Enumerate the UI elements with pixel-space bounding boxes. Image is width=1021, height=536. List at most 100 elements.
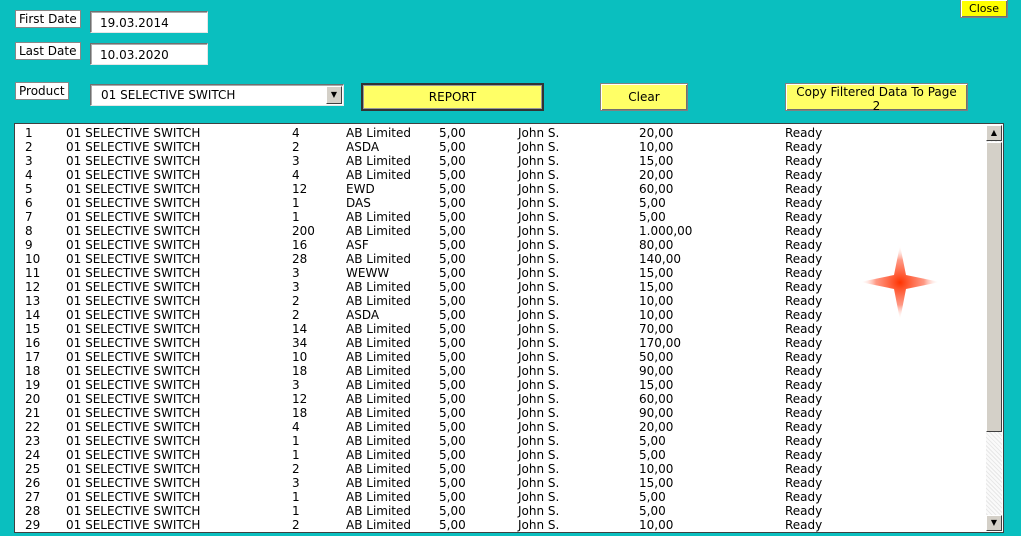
row-quantity: 3: [292, 154, 300, 168]
row-total: 80,00: [639, 238, 674, 252]
row-total: 1.000,00: [639, 224, 693, 238]
row-total: 15,00: [639, 378, 674, 392]
close-button[interactable]: Close: [960, 0, 1008, 18]
row-total: 5,00: [639, 196, 666, 210]
clear-button[interactable]: Clear: [600, 83, 688, 111]
product-select[interactable]: 01 SELECTIVE SWITCH ▼: [90, 84, 344, 106]
list-item[interactable]: 6 01 SELECTIVE SWITCH 1 DAS 5,00 John S. 5,00 R…: [15, 196, 985, 210]
list-item[interactable]: 19 01 SELECTIVE SWITCH 3 AB Limited 5,00 John…: [15, 378, 985, 392]
scroll-down-icon[interactable]: ▼: [986, 515, 1002, 531]
row-user: John S.: [518, 490, 560, 504]
list-item[interactable]: 28 01 SELECTIVE SWITCH 1 AB Limited 5,00 John…: [15, 504, 985, 518]
row-quantity: 4: [292, 168, 300, 182]
row-index: 19: [25, 378, 41, 392]
list-item[interactable]: 7 01 SELECTIVE SWITCH 1 AB Limited 5,00 John …: [15, 210, 985, 224]
vertical-scrollbar[interactable]: ▲ ▼: [986, 125, 1002, 531]
chevron-down-icon[interactable]: ▼: [326, 86, 342, 104]
row-user: John S.: [518, 448, 560, 462]
list-item[interactable]: 12 01 SELECTIVE SWITCH 3 AB Limited 5,00 John…: [15, 280, 985, 294]
list-item[interactable]: 23 01 SELECTIVE SWITCH 1 AB Limited 5,00 John…: [15, 434, 985, 448]
scroll-up-icon[interactable]: ▲: [986, 125, 1002, 141]
list-item[interactable]: 2 01 SELECTIVE SWITCH 2 ASDA 5,00 John S. 10,0…: [15, 140, 985, 154]
row-user: John S.: [518, 364, 560, 378]
row-status: Ready: [785, 322, 823, 336]
row-user: John S.: [518, 350, 560, 364]
list-item[interactable]: 9 01 SELECTIVE SWITCH 16 ASF 5,00 John S. 80,0…: [15, 238, 985, 252]
row-price: 5,00: [439, 168, 466, 182]
row-status: Ready: [785, 196, 823, 210]
row-status: Ready: [785, 224, 823, 238]
row-status: Ready: [785, 238, 823, 252]
row-status: Ready: [785, 462, 823, 476]
row-customer: AB Limited: [346, 224, 412, 238]
row-total: 50,00: [639, 350, 674, 364]
row-index: 17: [25, 350, 41, 364]
row-user: John S.: [518, 154, 560, 168]
row-status: Ready: [785, 392, 823, 406]
row-total: 5,00: [639, 434, 666, 448]
row-total: 15,00: [639, 154, 674, 168]
row-total: 60,00: [639, 182, 674, 196]
list-item[interactable]: 29 01 SELECTIVE SWITCH 2 AB Limited 5,00 John…: [15, 518, 985, 532]
list-item[interactable]: 20 01 SELECTIVE SWITCH 12 AB Limited 5,00 Joh…: [15, 392, 985, 406]
row-index: 25: [25, 462, 41, 476]
row-status: Ready: [785, 336, 823, 350]
row-status: Ready: [785, 518, 823, 532]
row-user: John S.: [518, 294, 560, 308]
row-price: 5,00: [439, 322, 466, 336]
list-item[interactable]: 17 01 SELECTIVE SWITCH 10 AB Limited 5,00 Joh…: [15, 350, 985, 364]
row-user: John S.: [518, 336, 560, 350]
row-total: 15,00: [639, 280, 674, 294]
row-total: 140,00: [639, 252, 681, 266]
first-date-field[interactable]: 19.03.2014: [90, 11, 208, 33]
row-price: 5,00: [439, 434, 466, 448]
row-price: 5,00: [439, 490, 466, 504]
row-product: 01 SELECTIVE SWITCH: [66, 406, 201, 420]
list-item[interactable]: 24 01 SELECTIVE SWITCH 1 AB Limited 5,00 John…: [15, 448, 985, 462]
list-item[interactable]: 27 01 SELECTIVE SWITCH 1 AB Limited 5,00 John…: [15, 490, 985, 504]
scrollbar-thumb[interactable]: [986, 142, 1002, 432]
row-user: John S.: [518, 168, 560, 182]
row-price: 5,00: [439, 224, 466, 238]
list-item[interactable]: 16 01 SELECTIVE SWITCH 34 AB Limited 5,00 Joh…: [15, 336, 985, 350]
row-user: John S.: [518, 280, 560, 294]
row-quantity: 16: [292, 238, 308, 252]
row-product: 01 SELECTIVE SWITCH: [66, 140, 201, 154]
list-item[interactable]: 3 01 SELECTIVE SWITCH 3 AB Limited 5,00 John …: [15, 154, 985, 168]
list-item[interactable]: 4 01 SELECTIVE SWITCH 4 AB Limited 5,00 John …: [15, 168, 985, 182]
last-date-field[interactable]: 10.03.2020: [90, 43, 208, 65]
row-customer: AB Limited: [346, 448, 412, 462]
results-listbox[interactable]: 1 01 SELECTIVE SWITCH 4 AB Limited 5,00 John …: [14, 123, 1004, 533]
list-item[interactable]: 13 01 SELECTIVE SWITCH 2 AB Limited 5,00 John…: [15, 294, 985, 308]
row-customer: AB Limited: [346, 336, 412, 350]
row-product: 01 SELECTIVE SWITCH: [66, 308, 201, 322]
list-item[interactable]: 26 01 SELECTIVE SWITCH 3 AB Limited 5,00 John…: [15, 476, 985, 490]
list-item[interactable]: 18 01 SELECTIVE SWITCH 18 AB Limited 5,00 Joh…: [15, 364, 985, 378]
list-item[interactable]: 15 01 SELECTIVE SWITCH 14 AB Limited 5,00 Joh…: [15, 322, 985, 336]
row-quantity: 3: [292, 476, 300, 490]
row-user: John S.: [518, 434, 560, 448]
list-item[interactable]: 22 01 SELECTIVE SWITCH 4 AB Limited 5,00 John…: [15, 420, 985, 434]
row-product: 01 SELECTIVE SWITCH: [66, 350, 201, 364]
list-item[interactable]: 10 01 SELECTIVE SWITCH 28 AB Limited 5,00 Joh…: [15, 252, 985, 266]
row-quantity: 1: [292, 210, 300, 224]
row-price: 5,00: [439, 196, 466, 210]
list-item[interactable]: 8 01 SELECTIVE SWITCH 200 AB Limited 5,00 Joh…: [15, 224, 985, 238]
list-item[interactable]: 21 01 SELECTIVE SWITCH 18 AB Limited 5,00 Joh…: [15, 406, 985, 420]
row-quantity: 18: [292, 364, 308, 378]
copy-filtered-button[interactable]: Copy Filtered Data To Page 2: [785, 83, 968, 113]
report-button[interactable]: REPORT: [361, 83, 544, 111]
list-item[interactable]: 5 01 SELECTIVE SWITCH 12 EWD 5,00 John S. 60,0…: [15, 182, 985, 196]
row-quantity: 2: [292, 462, 300, 476]
row-index: 10: [25, 252, 41, 266]
row-total: 15,00: [639, 476, 674, 490]
list-item[interactable]: 25 01 SELECTIVE SWITCH 2 AB Limited 5,00 John…: [15, 462, 985, 476]
list-item[interactable]: 14 01 SELECTIVE SWITCH 2 ASDA 5,00 John S. 10,…: [15, 308, 985, 322]
row-total: 90,00: [639, 364, 674, 378]
list-item[interactable]: 11 01 SELECTIVE SWITCH 3 WEWW 5,00 John S. 15,…: [15, 266, 985, 280]
list-item[interactable]: 1 01 SELECTIVE SWITCH 4 AB Limited 5,00 John …: [15, 126, 985, 140]
row-index: 9: [25, 238, 33, 252]
row-user: John S.: [518, 266, 560, 280]
row-total: 170,00: [639, 336, 681, 350]
row-total: 5,00: [639, 448, 666, 462]
